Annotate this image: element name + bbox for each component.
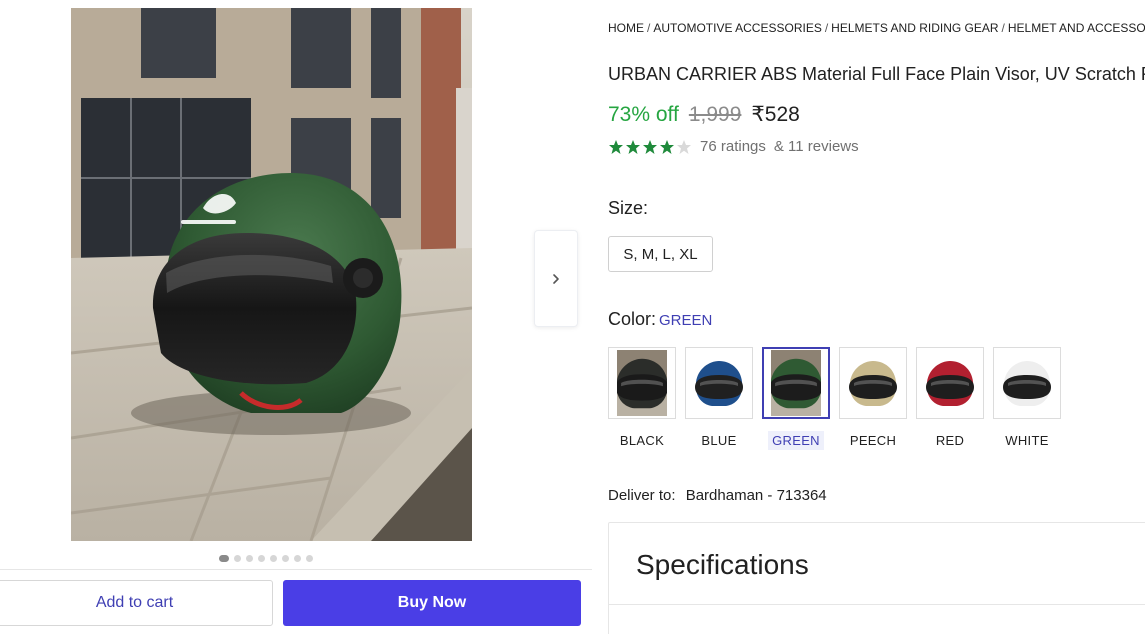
breadcrumb-link[interactable]: HELMETS AND RIDING GEAR xyxy=(831,21,998,35)
breadcrumb: HOME / AUTOMOTIVE ACCESSORIES / HELMETS AND … xyxy=(608,21,1145,35)
product-details: HOME / AUTOMOTIVE ACCESSORIES / HELMETS AND … xyxy=(608,0,1145,634)
divider xyxy=(609,604,1145,605)
specifications-title: Specifications xyxy=(636,549,809,580)
star-filled-icon xyxy=(609,139,623,154)
swatch-label: WHITE xyxy=(1005,433,1049,448)
helmet-thumbnail-icon xyxy=(849,361,897,406)
product-main-image[interactable] xyxy=(71,8,472,541)
breadcrumb-separator: / xyxy=(647,21,651,35)
discount-percent: 73% off xyxy=(608,103,679,126)
selected-color: GREEN xyxy=(659,312,713,329)
gallery-pagination[interactable] xyxy=(219,555,313,562)
color-swatch-peech[interactable]: PEECH xyxy=(839,347,907,450)
gallery-dot[interactable] xyxy=(294,555,301,562)
swatch-thumbnail xyxy=(993,347,1061,419)
rating-stars xyxy=(608,139,692,155)
gallery-dot[interactable] xyxy=(306,555,313,562)
delivery-location: Bardhaman - 713364 xyxy=(685,487,827,504)
buy-now-button[interactable]: Buy Now xyxy=(283,580,581,626)
delivery-info[interactable]: Deliver to: Bardhaman - 713364 xyxy=(608,487,827,504)
color-swatch-white[interactable]: WHITE xyxy=(993,347,1061,450)
swatch-thumbnail xyxy=(608,347,676,419)
product-title: URBAN CARRIER ABS Material Full Face Pla… xyxy=(608,64,1145,84)
rating-row[interactable]: 76 ratings & 11 reviews xyxy=(608,138,859,155)
helmet-thumbnail-icon xyxy=(695,361,743,406)
specifications-card: Specifications xyxy=(608,522,1145,634)
star-empty-icon xyxy=(677,139,691,154)
action-bar: Add to cart Buy Now xyxy=(0,569,592,634)
color-swatch-green[interactable]: GREEN xyxy=(762,347,830,450)
gallery-dot[interactable] xyxy=(219,555,229,562)
color-swatch-red[interactable]: RED xyxy=(916,347,984,450)
helmet-thumbnail-icon xyxy=(926,361,974,406)
original-price: 1,999 xyxy=(688,103,742,126)
color-swatch-blue[interactable]: BLUE xyxy=(685,347,753,450)
ratings-count: 76 ratings xyxy=(700,138,766,155)
color-label: Color: xyxy=(608,309,657,329)
breadcrumb-separator: / xyxy=(824,21,829,35)
size-label: Size: xyxy=(608,198,649,218)
breadcrumb-link[interactable]: AUTOMOTIVE ACCESSORIES xyxy=(653,21,821,35)
swatch-label: BLACK xyxy=(619,433,665,448)
breadcrumb-link[interactable]: HELMET AND ACCESSORIES xyxy=(1008,21,1145,35)
reviews-count: & 11 reviews xyxy=(773,138,859,155)
swatch-label: RED xyxy=(935,433,965,448)
breadcrumb-link[interactable]: HOME xyxy=(608,21,644,35)
color-swatch-black[interactable]: BLACK xyxy=(608,347,676,450)
swatch-thumbnail xyxy=(916,347,984,419)
helmet-photo xyxy=(71,8,472,541)
star-filled-icon xyxy=(626,139,640,154)
gallery-dot[interactable] xyxy=(282,555,289,562)
selling-price: ₹528 xyxy=(751,103,800,126)
gallery-dot[interactable] xyxy=(270,555,277,562)
helmet-thumbnail-icon xyxy=(1003,361,1051,406)
swatch-label: GREEN xyxy=(768,431,824,450)
gallery-dot[interactable] xyxy=(234,555,241,562)
swatch-thumbnail xyxy=(839,347,907,419)
gallery-dot[interactable] xyxy=(246,555,253,562)
deliver-label: Deliver to: xyxy=(608,487,676,504)
color-swatches: BLACK BLUE GREEN PEECH RED WHITE xyxy=(608,347,1061,450)
helmet-thumbnail-icon xyxy=(617,350,667,416)
gallery-next-button[interactable] xyxy=(534,230,578,327)
gallery-dot[interactable] xyxy=(258,555,265,562)
price-row: 73% off 1,999 ₹528 xyxy=(608,102,800,127)
swatch-label: BLUE xyxy=(701,433,737,448)
helmet-thumbnail-icon xyxy=(771,350,821,416)
swatch-thumbnail xyxy=(685,347,753,419)
swatch-label: PEECH xyxy=(849,433,897,448)
size-option[interactable]: S, M, L, XL xyxy=(608,236,713,272)
add-to-cart-button[interactable]: Add to cart xyxy=(0,580,273,626)
chevron-right-icon xyxy=(553,273,559,284)
star-filled-icon xyxy=(643,139,657,154)
breadcrumb-separator: / xyxy=(1001,21,1005,35)
swatch-thumbnail xyxy=(762,347,830,419)
color-heading: Color: GREEN xyxy=(608,309,712,330)
star-filled-icon xyxy=(660,139,674,154)
